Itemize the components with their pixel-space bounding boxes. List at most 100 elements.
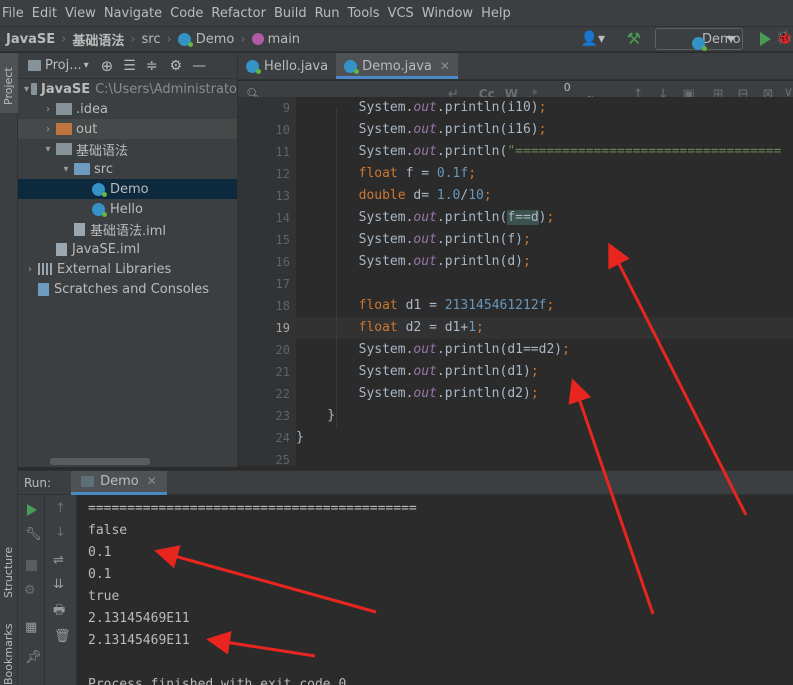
- menu-window[interactable]: Window: [422, 6, 473, 21]
- run-tab-demo[interactable]: Demo ✕: [71, 470, 167, 495]
- tree-item-label: 基础语法.iml: [90, 223, 167, 239]
- class-icon: [92, 182, 107, 197]
- tree-item[interactable]: ▾ 基础语法: [18, 139, 237, 159]
- tree-item[interactable]: Hello: [18, 199, 237, 219]
- breadcrumb-class[interactable]: Demo: [177, 32, 234, 47]
- code-editor[interactable]: System.out.println(i10); System.out.prin…: [296, 97, 793, 466]
- hide-icon[interactable]: —: [192, 58, 206, 74]
- code-line[interactable]: System.out.println(f);: [296, 229, 793, 251]
- code-line[interactable]: double d= 1.0/10;: [296, 185, 793, 207]
- menu-tools[interactable]: Tools: [348, 6, 380, 21]
- menu-navigate[interactable]: Navigate: [104, 6, 162, 21]
- menu-view[interactable]: View: [65, 6, 96, 21]
- menu-code[interactable]: Code: [170, 6, 203, 21]
- tree-item[interactable]: ▾ JavaSE C:\Users\Administrato: [18, 79, 237, 99]
- expand-all-icon[interactable]: ☰: [123, 58, 136, 74]
- code-line[interactable]: float d1 = 213145461212f;: [296, 295, 793, 317]
- tree-item-label: out: [76, 121, 98, 137]
- code-line[interactable]: [296, 273, 793, 295]
- line-number: 9: [282, 101, 290, 115]
- menu-file[interactable]: File: [2, 6, 24, 21]
- code-line[interactable]: System.out.println(d1);: [296, 361, 793, 383]
- console-line: 0.1: [88, 545, 112, 560]
- tree-item[interactable]: › out: [18, 119, 237, 139]
- run-icon[interactable]: [760, 32, 771, 46]
- tree-item[interactable]: 基础语法.iml: [18, 219, 237, 239]
- chevron-down-icon[interactable]: ▾: [84, 60, 89, 71]
- tree-item-label: Scratches and Consoles: [54, 281, 210, 297]
- down-stack-icon[interactable]: ↓: [55, 525, 66, 540]
- close-icon[interactable]: ✕: [147, 474, 157, 488]
- chevron-down-icon[interactable]: ▾: [60, 164, 72, 175]
- code-line[interactable]: System.out.println(d2);: [296, 383, 793, 405]
- tab-demo-java[interactable]: Demo.java ✕: [336, 53, 458, 79]
- chevron-right-icon[interactable]: ›: [42, 104, 54, 115]
- horizontal-scrollbar[interactable]: [50, 458, 150, 465]
- project-tree: ▾ JavaSE C:\Users\Administrato › .idea › out ▾ 基…: [18, 79, 237, 299]
- project-tool-button[interactable]: Project: [2, 67, 15, 105]
- user-icon[interactable]: 👤▾: [581, 31, 605, 47]
- structure-tool-button[interactable]: Structure: [2, 547, 15, 598]
- rerun-icon[interactable]: [27, 504, 37, 516]
- code-line[interactable]: System.out.println(i10);: [296, 97, 793, 119]
- chevron-down-icon[interactable]: ▾: [24, 84, 29, 95]
- bookmarks-tool-button[interactable]: Bookmarks: [2, 624, 15, 685]
- tree-item[interactable]: Demo: [18, 179, 237, 199]
- line-number: 17: [275, 277, 290, 291]
- line-number-gutter: 9 10 11 12 13 14 15 16 17 18 19 20 21 22 23 24 25: [238, 97, 296, 466]
- menu-build[interactable]: Build: [274, 6, 307, 21]
- gear-icon[interactable]: ⚙: [170, 58, 183, 74]
- breadcrumb-src[interactable]: src: [142, 32, 161, 47]
- restore-icon[interactable]: ⚙: [24, 583, 36, 598]
- tree-item-label: External Libraries: [57, 261, 172, 277]
- chevron-down-icon[interactable]: ▾: [42, 144, 54, 155]
- tree-item[interactable]: Scratches and Consoles: [18, 279, 237, 299]
- debug-icon[interactable]: 🐞: [776, 30, 793, 46]
- code-line[interactable]: [296, 449, 793, 466]
- tab-hello-java[interactable]: Hello.java: [238, 53, 336, 79]
- chevron-right-icon[interactable]: ›: [42, 124, 54, 135]
- menu-run[interactable]: Run: [315, 6, 340, 21]
- collapse-all-icon[interactable]: ≑: [146, 58, 158, 74]
- console-line: Process finished with exit code 0: [88, 677, 347, 685]
- build-hammer-icon[interactable]: ⚒: [627, 29, 641, 48]
- code-line[interactable]: System.out.println(d);: [296, 251, 793, 273]
- layout-icon[interactable]: ▦: [25, 620, 37, 635]
- wrench-icon[interactable]: 🔧︎: [25, 527, 42, 542]
- soft-wrap-icon[interactable]: ⇌: [53, 553, 64, 568]
- chevron-right-icon[interactable]: ›: [24, 264, 36, 275]
- run-configuration-select[interactable]: Demo: [655, 28, 743, 51]
- trash-icon[interactable]: 🗑︎: [54, 629, 71, 644]
- up-stack-icon[interactable]: ↑: [55, 501, 66, 516]
- line-number: 19: [275, 321, 290, 335]
- stop-icon[interactable]: [26, 560, 37, 571]
- code-line[interactable]: }: [296, 427, 793, 449]
- menu-edit[interactable]: Edit: [32, 6, 57, 21]
- pin-icon[interactable]: 📌︎: [25, 650, 42, 665]
- breadcrumb-module[interactable]: 基础语法: [72, 30, 124, 49]
- tree-item[interactable]: JavaSE.iml: [18, 239, 237, 259]
- line-number: 21: [275, 365, 290, 379]
- scroll-to-end-icon[interactable]: ⇊: [53, 577, 64, 592]
- code-line[interactable]: System.out.println(d1==d2);: [296, 339, 793, 361]
- tree-item[interactable]: › .idea: [18, 99, 237, 119]
- tree-item[interactable]: ▾ src: [18, 159, 237, 179]
- code-line[interactable]: System.out.println(f==d);: [296, 207, 793, 229]
- code-line[interactable]: }: [296, 405, 793, 427]
- code-line[interactable]: float f = 0.1f;: [296, 163, 793, 185]
- code-line[interactable]: System.out.println(i16);: [296, 119, 793, 141]
- menu-refactor[interactable]: Refactor: [211, 6, 266, 21]
- locate-icon[interactable]: ⊕: [101, 57, 114, 75]
- line-number: 14: [275, 211, 290, 225]
- project-view-select[interactable]: Proj...: [45, 58, 82, 73]
- menu-vcs[interactable]: VCS: [388, 6, 414, 21]
- tree-item[interactable]: › External Libraries: [18, 259, 237, 279]
- close-icon[interactable]: ✕: [440, 59, 450, 73]
- breadcrumb-project[interactable]: JavaSE: [6, 32, 55, 47]
- menu-help[interactable]: Help: [481, 6, 511, 21]
- code-line[interactable]: System.out.println("====================…: [296, 141, 793, 163]
- breadcrumb-method[interactable]: main: [251, 32, 300, 47]
- run-console-output[interactable]: ========================================…: [78, 495, 793, 685]
- code-line[interactable]: float d2 = d1+1;: [296, 317, 793, 339]
- print-icon[interactable]: 🖶︎: [53, 601, 65, 623]
